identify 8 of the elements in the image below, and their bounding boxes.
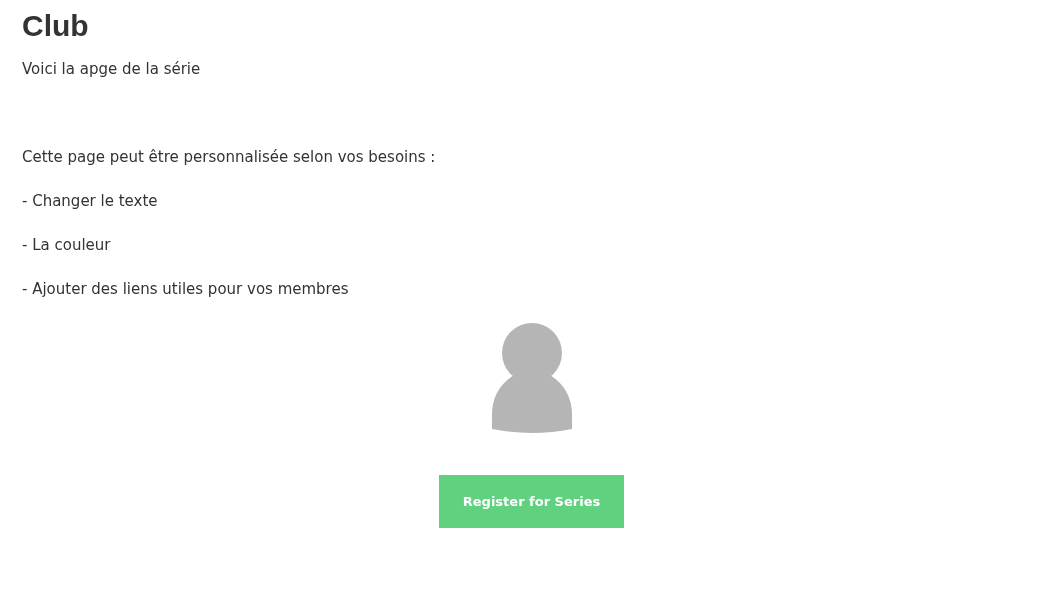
- paragraph: - Ajouter des liens utiles pour vos membres: [22, 279, 350, 300]
- intro-text: Voici la apge de la série: [22, 59, 202, 80]
- paragraph: - Changer le texte: [22, 191, 159, 212]
- paragraph: Cette page peut être personnalisée selon vos besoins :: [22, 147, 437, 168]
- register-button[interactable]: Register for Series: [439, 475, 624, 528]
- paragraph: - La couleur: [22, 235, 112, 256]
- avatar-icon: [491, 323, 572, 435]
- page-title: Club: [22, 8, 90, 44]
